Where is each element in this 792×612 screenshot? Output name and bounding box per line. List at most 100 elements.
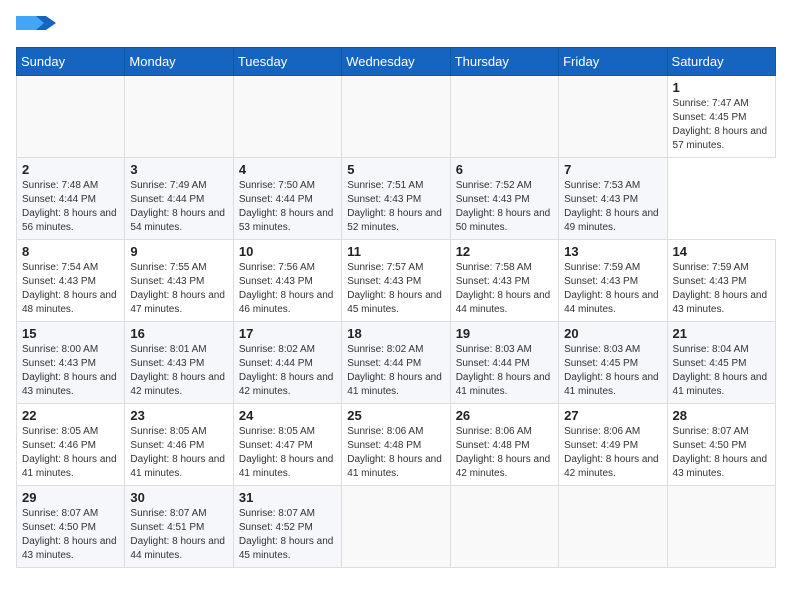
calendar-day-cell: 6 Sunrise: 7:52 AMSunset: 4:43 PMDaylight…	[450, 158, 558, 240]
day-number: 26	[456, 408, 553, 423]
calendar-day-cell: 13 Sunrise: 7:59 AMSunset: 4:43 PMDayligh…	[559, 240, 667, 322]
day-info: Sunrise: 7:59 AMSunset: 4:43 PMDaylight:…	[564, 261, 661, 317]
day-number: 28	[673, 408, 770, 423]
calendar-day-cell: 28 Sunrise: 8:07 AMSunset: 4:50 PMDayligh…	[667, 404, 775, 486]
calendar-day-cell: 4 Sunrise: 7:50 AMSunset: 4:44 PMDaylight…	[233, 158, 341, 240]
calendar-day-cell: 24 Sunrise: 8:05 AMSunset: 4:47 PMDayligh…	[233, 404, 341, 486]
day-info: Sunrise: 7:48 AMSunset: 4:44 PMDaylight:…	[22, 179, 119, 235]
day-info: Sunrise: 7:50 AMSunset: 4:44 PMDaylight:…	[239, 179, 336, 235]
day-info: Sunrise: 8:03 AMSunset: 4:44 PMDaylight:…	[456, 343, 553, 399]
calendar-week-row: 1Sunrise: 7:47 AMSunset: 4:45 PMDaylight…	[17, 76, 776, 158]
day-number: 22	[22, 408, 119, 423]
calendar-day-cell: 30 Sunrise: 8:07 AMSunset: 4:51 PMDayligh…	[125, 486, 233, 568]
day-number: 14	[673, 244, 770, 259]
calendar-week-row: 8 Sunrise: 7:54 AMSunset: 4:43 PMDaylight…	[17, 240, 776, 322]
day-number: 5	[347, 162, 444, 177]
calendar-day-cell: 1Sunrise: 7:47 AMSunset: 4:45 PMDaylight…	[667, 76, 775, 158]
day-info: Sunrise: 7:51 AMSunset: 4:43 PMDaylight:…	[347, 179, 444, 235]
calendar-day-cell: 12 Sunrise: 7:58 AMSunset: 4:43 PMDayligh…	[450, 240, 558, 322]
calendar-day-cell: 11Sunrise: 7:57 AMSunset: 4:43 PMDayligh…	[342, 240, 450, 322]
weekday-header-monday: Monday	[125, 48, 233, 76]
calendar-day-cell: 19Sunrise: 8:03 AMSunset: 4:44 PMDayligh…	[450, 322, 558, 404]
day-info: Sunrise: 8:02 AMSunset: 4:44 PMDaylight:…	[239, 343, 336, 399]
day-number: 31	[239, 490, 336, 505]
calendar-day-cell: 3 Sunrise: 7:49 AMSunset: 4:44 PMDaylight…	[125, 158, 233, 240]
day-number: 4	[239, 162, 336, 177]
day-number: 20	[564, 326, 661, 341]
calendar-day-cell: 23Sunrise: 8:05 AMSunset: 4:46 PMDayligh…	[125, 404, 233, 486]
day-number: 15	[22, 326, 119, 341]
calendar-day-cell: 17 Sunrise: 8:02 AMSunset: 4:44 PMDayligh…	[233, 322, 341, 404]
day-info: Sunrise: 7:47 AMSunset: 4:45 PMDaylight:…	[673, 97, 770, 153]
day-number: 27	[564, 408, 661, 423]
day-info: Sunrise: 7:52 AMSunset: 4:43 PMDaylight:…	[456, 179, 553, 235]
calendar-day-cell: 25 Sunrise: 8:06 AMSunset: 4:48 PMDayligh…	[342, 404, 450, 486]
day-info: Sunrise: 8:07 AMSunset: 4:51 PMDaylight:…	[130, 507, 227, 563]
day-info: Sunrise: 8:07 AMSunset: 4:52 PMDaylight:…	[239, 507, 336, 563]
day-info: Sunrise: 7:56 AMSunset: 4:43 PMDaylight:…	[239, 261, 336, 317]
day-info: Sunrise: 8:02 AMSunset: 4:44 PMDaylight:…	[347, 343, 444, 399]
day-info: Sunrise: 7:55 AMSunset: 4:43 PMDaylight:…	[130, 261, 227, 317]
calendar-table: SundayMondayTuesdayWednesdayThursdayFrid…	[16, 47, 776, 568]
calendar-day-cell: 8 Sunrise: 7:54 AMSunset: 4:43 PMDaylight…	[17, 240, 125, 322]
calendar-day-cell: 18Sunrise: 8:02 AMSunset: 4:44 PMDayligh…	[342, 322, 450, 404]
calendar-empty-cell	[17, 76, 125, 158]
day-info: Sunrise: 8:05 AMSunset: 4:46 PMDaylight:…	[22, 425, 119, 481]
calendar-week-row: 15 Sunrise: 8:00 AMSunset: 4:43 PMDayligh…	[17, 322, 776, 404]
calendar-day-cell: 27Sunrise: 8:06 AMSunset: 4:49 PMDayligh…	[559, 404, 667, 486]
day-info: Sunrise: 8:03 AMSunset: 4:45 PMDaylight:…	[564, 343, 661, 399]
day-number: 12	[456, 244, 553, 259]
calendar-week-row: 2 Sunrise: 7:48 AMSunset: 4:44 PMDaylight…	[17, 158, 776, 240]
day-info: Sunrise: 7:57 AMSunset: 4:43 PMDaylight:…	[347, 261, 444, 317]
calendar-day-cell: 14 Sunrise: 7:59 AMSunset: 4:43 PMDayligh…	[667, 240, 775, 322]
day-info: Sunrise: 8:06 AMSunset: 4:48 PMDaylight:…	[456, 425, 553, 481]
calendar-day-cell: 9 Sunrise: 7:55 AMSunset: 4:43 PMDaylight…	[125, 240, 233, 322]
day-info: Sunrise: 7:59 AMSunset: 4:43 PMDaylight:…	[673, 261, 770, 317]
calendar-day-cell: 10 Sunrise: 7:56 AMSunset: 4:43 PMDayligh…	[233, 240, 341, 322]
day-info: Sunrise: 7:53 AMSunset: 4:43 PMDaylight:…	[564, 179, 661, 235]
page-header	[16, 16, 776, 35]
day-number: 7	[564, 162, 661, 177]
day-info: Sunrise: 8:01 AMSunset: 4:43 PMDaylight:…	[130, 343, 227, 399]
calendar-day-cell: 29Sunrise: 8:07 AMSunset: 4:50 PMDayligh…	[17, 486, 125, 568]
day-number: 8	[22, 244, 119, 259]
day-number: 13	[564, 244, 661, 259]
calendar-day-cell: 16 Sunrise: 8:01 AMSunset: 4:43 PMDayligh…	[125, 322, 233, 404]
calendar-day-cell: 5 Sunrise: 7:51 AMSunset: 4:43 PMDaylight…	[342, 158, 450, 240]
day-number: 9	[130, 244, 227, 259]
weekday-header-saturday: Saturday	[667, 48, 775, 76]
calendar-day-cell: 20 Sunrise: 8:03 AMSunset: 4:45 PMDayligh…	[559, 322, 667, 404]
day-number: 17	[239, 326, 336, 341]
day-number: 3	[130, 162, 227, 177]
calendar-day-cell: 26 Sunrise: 8:06 AMSunset: 4:48 PMDayligh…	[450, 404, 558, 486]
day-number: 21	[673, 326, 770, 341]
day-number: 25	[347, 408, 444, 423]
weekday-header-wednesday: Wednesday	[342, 48, 450, 76]
calendar-header-row: SundayMondayTuesdayWednesdayThursdayFrid…	[17, 48, 776, 76]
calendar-empty-cell	[667, 486, 775, 568]
day-number: 6	[456, 162, 553, 177]
calendar-empty-cell	[125, 76, 233, 158]
calendar-day-cell: 7 Sunrise: 7:53 AMSunset: 4:43 PMDaylight…	[559, 158, 667, 240]
day-number: 24	[239, 408, 336, 423]
day-number: 10	[239, 244, 336, 259]
weekday-header-friday: Friday	[559, 48, 667, 76]
calendar-week-row: 22 Sunrise: 8:05 AMSunset: 4:46 PMDayligh…	[17, 404, 776, 486]
day-info: Sunrise: 7:54 AMSunset: 4:43 PMDaylight:…	[22, 261, 119, 317]
calendar-empty-cell	[342, 486, 450, 568]
day-number: 2	[22, 162, 119, 177]
day-info: Sunrise: 8:06 AMSunset: 4:48 PMDaylight:…	[347, 425, 444, 481]
calendar-empty-cell	[559, 76, 667, 158]
day-number: 16	[130, 326, 227, 341]
day-info: Sunrise: 8:00 AMSunset: 4:43 PMDaylight:…	[22, 343, 119, 399]
day-info: Sunrise: 7:58 AMSunset: 4:43 PMDaylight:…	[456, 261, 553, 317]
day-number: 30	[130, 490, 227, 505]
day-info: Sunrise: 7:49 AMSunset: 4:44 PMDaylight:…	[130, 179, 227, 235]
calendar-day-cell: 31 Sunrise: 8:07 AMSunset: 4:52 PMDayligh…	[233, 486, 341, 568]
calendar-empty-cell	[233, 76, 341, 158]
day-info: Sunrise: 8:05 AMSunset: 4:47 PMDaylight:…	[239, 425, 336, 481]
logo-icon	[16, 16, 56, 30]
day-info: Sunrise: 8:07 AMSunset: 4:50 PMDaylight:…	[673, 425, 770, 481]
day-number: 29	[22, 490, 119, 505]
calendar-empty-cell	[450, 486, 558, 568]
